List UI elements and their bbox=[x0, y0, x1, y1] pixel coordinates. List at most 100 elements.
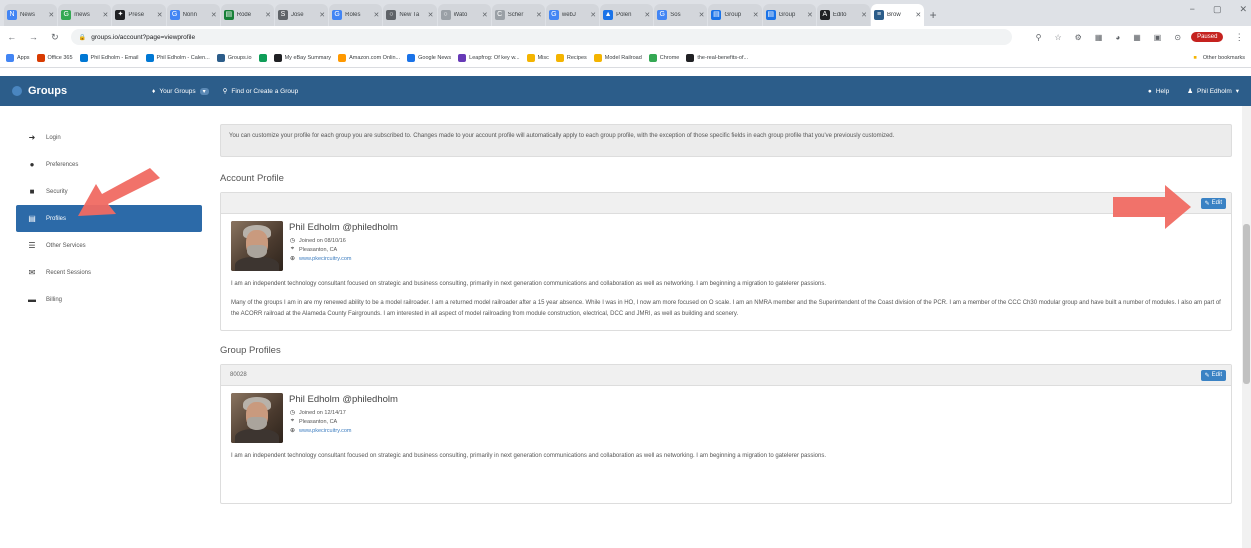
browser-tab[interactable]: N News ✕ bbox=[4, 4, 58, 26]
sidebar-item-other-services[interactable]: ☰ Other Services bbox=[16, 232, 202, 259]
tab-close-icon[interactable]: ✕ bbox=[807, 11, 813, 19]
tab-close-icon[interactable]: ✕ bbox=[915, 11, 921, 19]
bookmark-item[interactable]: Misc bbox=[526, 53, 549, 62]
bookmark-item[interactable]: Amazon.com Onlin... bbox=[338, 53, 400, 62]
extension-icon[interactable]: ▦ bbox=[1095, 33, 1103, 42]
extension-icon[interactable]: ▦ bbox=[1133, 33, 1141, 42]
tab-label: mews bbox=[74, 12, 90, 18]
edit-label: Edit bbox=[1211, 200, 1222, 206]
sidebar-item-login[interactable]: ➜ Login bbox=[16, 124, 202, 151]
extension-icon[interactable]: ☆ bbox=[1054, 33, 1061, 42]
profile-paused-button[interactable]: Paused bbox=[1191, 32, 1224, 42]
bookmark-item[interactable]: Chrome bbox=[648, 53, 679, 62]
bookmark-item[interactable]: Leapfrog: Of key w... bbox=[458, 53, 520, 62]
extension-icon[interactable]: ▣ bbox=[1154, 33, 1162, 42]
bookmark-item[interactable]: Phil Edholm - Email bbox=[79, 53, 139, 62]
brand-logo[interactable]: Groups bbox=[12, 85, 152, 97]
browser-tab[interactable]: ▤ Group ✕ bbox=[762, 4, 816, 26]
browser-tab-strip: N News ✕ Gmews ✕ ✦ Prese ✕ G Nonn ✕ ▤ Rode ✕ S Jose ✕ G Ro… bbox=[0, 0, 1251, 26]
minimize-icon[interactable]: − bbox=[1190, 4, 1195, 15]
back-icon[interactable]: ← bbox=[6, 32, 18, 42]
bookmark-item[interactable]: Phil Edholm - Calen... bbox=[145, 53, 210, 62]
profile-joined: ◷ Joined on 08/10/16 bbox=[289, 236, 398, 245]
tab-close-icon[interactable]: ✕ bbox=[482, 11, 488, 19]
browser-tab[interactable]: Gmews ✕ bbox=[58, 4, 112, 26]
bookmark-label: My eBay Summary bbox=[284, 54, 332, 61]
tab-close-icon[interactable]: ✕ bbox=[536, 11, 542, 19]
tab-close-icon[interactable]: ✕ bbox=[265, 11, 271, 19]
tab-close-icon[interactable]: ✕ bbox=[319, 11, 325, 19]
browser-tab[interactable]: C Scher ✕ bbox=[491, 4, 545, 26]
tab-close-icon[interactable]: ✕ bbox=[590, 11, 596, 19]
tab-close-icon[interactable]: ✕ bbox=[48, 11, 54, 19]
edit-icon: ✎ bbox=[1204, 372, 1210, 379]
find-create-group-link[interactable]: ⚲ Find or Create a Group bbox=[223, 87, 299, 96]
maximize-icon[interactable]: ▢ bbox=[1213, 4, 1222, 15]
browser-tab[interactable]: S Jose ✕ bbox=[274, 4, 329, 26]
sidebar-item-billing[interactable]: ▬ Billing bbox=[16, 286, 202, 313]
browser-tab[interactable]: G Roles ✕ bbox=[329, 4, 383, 26]
reload-icon[interactable]: ↻ bbox=[49, 32, 61, 43]
tab-close-icon[interactable]: ✕ bbox=[157, 11, 163, 19]
browser-tab[interactable]: GwebJ ✕ bbox=[545, 4, 600, 26]
url-bar[interactable]: 🔒 groups.io/account?page=viewprofile bbox=[70, 29, 1012, 45]
browser-tab[interactable]: G Sos ✕ bbox=[654, 4, 708, 26]
bookmark-favicon-icon bbox=[216, 53, 225, 62]
bookmark-item[interactable]: My eBay Summary bbox=[273, 53, 332, 62]
extension-icon[interactable]: ⚲ bbox=[1036, 33, 1042, 42]
bookmark-item[interactable]: the-real-benefits-of... bbox=[686, 53, 748, 62]
bookmark-item[interactable]: Recipes bbox=[555, 53, 587, 62]
browser-menu-icon[interactable]: ⋮ bbox=[1233, 32, 1245, 43]
tab-close-icon[interactable]: ✕ bbox=[428, 11, 434, 19]
group-profile-panel: 80028 ✎ Edit Phil Edholm @philedholm ◷ Joined… bbox=[220, 364, 1232, 504]
tab-close-icon[interactable]: ✕ bbox=[861, 11, 867, 19]
browser-tab[interactable]: A Edito ✕ bbox=[816, 4, 870, 26]
help-link[interactable]: ● Help bbox=[1148, 88, 1169, 95]
bookmark-label: Apps bbox=[17, 54, 30, 61]
browser-tab[interactable]: ✦ Prese ✕ bbox=[112, 4, 166, 26]
bookmark-item[interactable] bbox=[258, 53, 267, 62]
edit-profile-button[interactable]: ✎ Edit bbox=[1200, 197, 1226, 209]
bookmark-item[interactable]: Apps bbox=[6, 53, 30, 62]
groups-logo-icon bbox=[12, 86, 22, 96]
bookmark-item[interactable]: Groups.io bbox=[216, 53, 252, 62]
browser-tab[interactable]: ≡ Brow ✕ bbox=[871, 4, 925, 26]
user-menu[interactable]: ♟ Phil Edholm ▾ bbox=[1187, 87, 1239, 96]
extension-icon[interactable]: ⊙ bbox=[1174, 33, 1181, 42]
new-tab-button[interactable]: + bbox=[925, 4, 941, 26]
your-groups-menu[interactable]: ♦ Your Groups ▾ bbox=[152, 87, 209, 95]
bookmark-item[interactable]: Office 365 bbox=[36, 53, 73, 62]
browser-tab[interactable]: ○ New Ta ✕ bbox=[383, 4, 437, 26]
sidebar-item-label: Preferences bbox=[46, 161, 79, 168]
tab-close-icon[interactable]: ✕ bbox=[373, 11, 379, 19]
bookmark-favicon-icon bbox=[686, 53, 695, 62]
bookmark-item[interactable]: Model Railroad bbox=[593, 53, 642, 62]
close-window-icon[interactable]: ✕ bbox=[1239, 4, 1247, 15]
billing-icon: ▬ bbox=[28, 295, 36, 304]
tab-close-icon[interactable]: ✕ bbox=[753, 11, 759, 19]
page-scrollbar[interactable] bbox=[1242, 106, 1251, 548]
map-marker-icon: ⌖ bbox=[290, 418, 295, 424]
browser-tab[interactable]: ▤ Rode ✕ bbox=[220, 4, 274, 26]
profile-website-text[interactable]: www.pkecircuitry.com bbox=[299, 256, 351, 262]
sidebar-item-label: Login bbox=[46, 134, 61, 141]
tab-close-icon[interactable]: ✕ bbox=[211, 11, 217, 19]
browser-tab[interactable]: ▲ Polen ✕ bbox=[600, 4, 654, 26]
extension-icon[interactable]: ◕ bbox=[1115, 33, 1120, 42]
sidebar-item-recent-sessions[interactable]: ✉ Recent Sessions bbox=[16, 259, 202, 286]
other-bookmarks[interactable]: ■ Other bookmarks bbox=[1193, 55, 1245, 61]
account-profile-panel: ✎ Edit Phil Edholm @philedholm ◷ Joined on 0… bbox=[220, 192, 1232, 331]
browser-tab[interactable]: ▤ Group ✕ bbox=[708, 4, 762, 26]
tab-close-icon[interactable]: ✕ bbox=[699, 11, 705, 19]
browser-tab[interactable]: G Nonn ✕ bbox=[166, 4, 220, 26]
forward-icon[interactable]: → bbox=[28, 32, 40, 42]
tab-close-icon[interactable]: ✕ bbox=[103, 11, 109, 19]
browser-tab[interactable]: ○ Wato ✕ bbox=[437, 4, 491, 26]
profile-website-text[interactable]: www.pkecircuitry.com bbox=[299, 428, 351, 434]
tab-close-icon[interactable]: ✕ bbox=[644, 11, 650, 19]
edit-profile-button[interactable]: ✎ Edit bbox=[1200, 369, 1226, 381]
scrollbar-thumb[interactable] bbox=[1243, 224, 1250, 384]
extension-icon[interactable]: ⚙ bbox=[1075, 33, 1082, 42]
avatar-part bbox=[247, 245, 267, 258]
bookmark-item[interactable]: Google News bbox=[407, 53, 451, 62]
